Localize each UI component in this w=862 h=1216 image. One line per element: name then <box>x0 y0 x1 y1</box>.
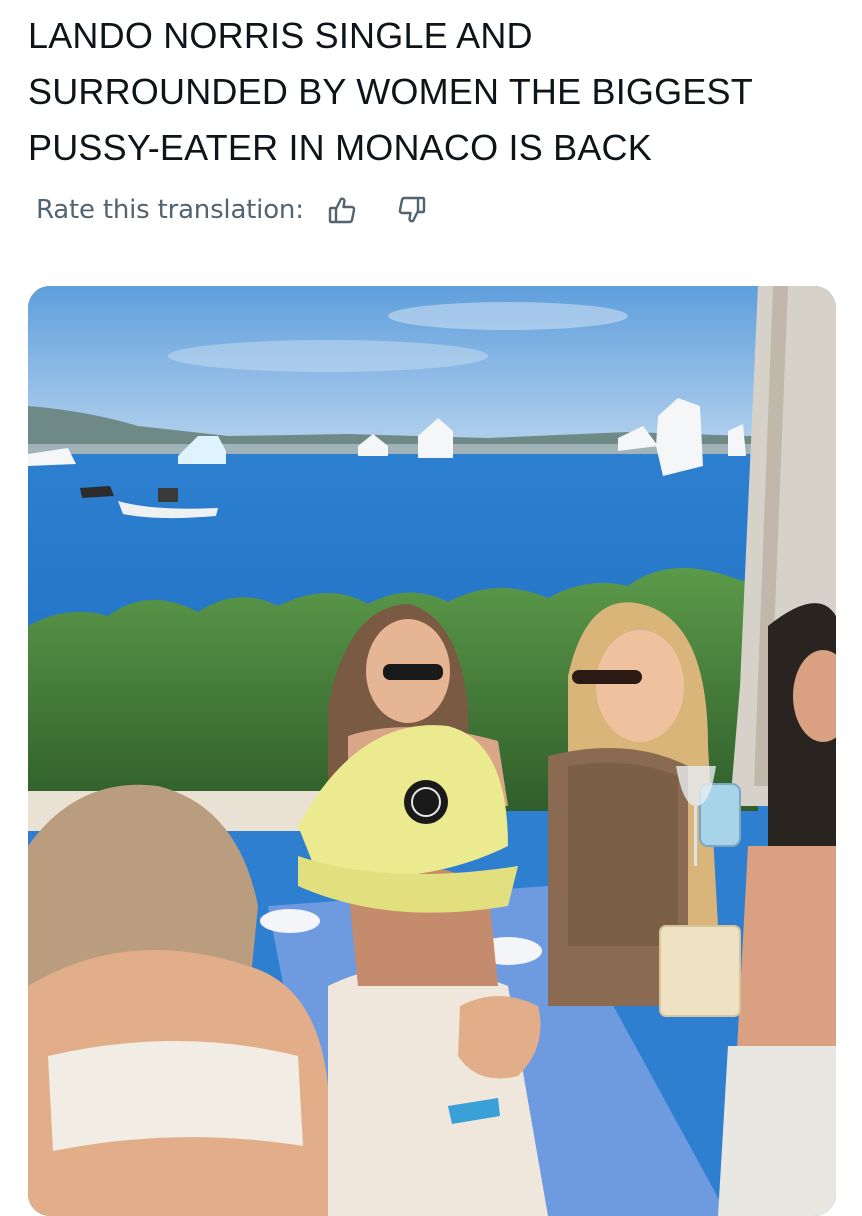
thumbs-up-icon[interactable] <box>324 192 360 228</box>
rate-translation-row: Rate this translation: <box>36 188 430 232</box>
person-foreground-left <box>28 784 328 1216</box>
crochet-top <box>48 1041 303 1151</box>
handbag <box>659 925 741 1017</box>
thumbs-down-icon[interactable] <box>394 192 430 228</box>
post-photo[interactable] <box>28 286 836 1216</box>
post-text-line-1: LANDO NORRIS SINGLE AND <box>28 15 533 56</box>
rate-translation-label: Rate this translation: <box>36 195 304 225</box>
cap-patch <box>404 780 448 824</box>
post-text-line-2: SURROUNDED BY WOMEN THE BIGGEST <box>28 71 753 112</box>
post-text-line-3: PUSSY-EATER IN MONACO IS BACK <box>28 127 652 168</box>
post-text: LANDO NORRIS SINGLE AND SURROUNDED BY WO… <box>28 8 838 176</box>
